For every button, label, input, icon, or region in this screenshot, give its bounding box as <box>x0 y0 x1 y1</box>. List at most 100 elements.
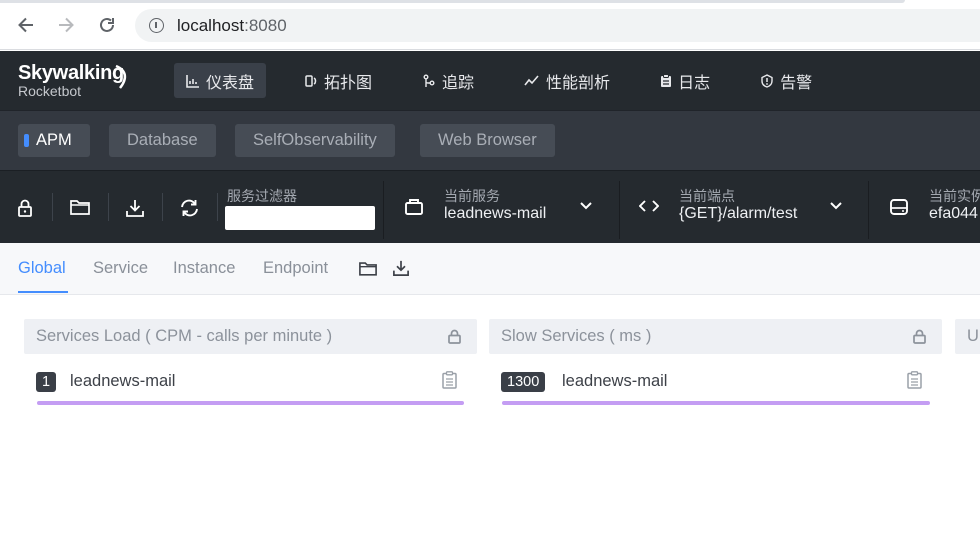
main-menu: 仪表盘 拓扑图 追踪 性能剖析 日志 告警 <box>174 63 850 98</box>
menu-label: 告警 <box>780 74 813 92</box>
layer-tab-database[interactable]: Database <box>109 124 216 157</box>
menu-label: 日志 <box>678 74 711 92</box>
back-button[interactable] <box>13 12 39 38</box>
forward-button[interactable] <box>53 12 79 38</box>
logo[interactable]: Skywalking Rocketbot <box>18 62 127 99</box>
service-dropdown[interactable] <box>579 201 593 211</box>
alarm-icon <box>760 73 774 88</box>
download-icon <box>126 200 144 217</box>
export-template-button[interactable] <box>392 260 410 276</box>
panel-title: Slow Services ( ms ) <box>501 327 652 345</box>
service-name[interactable]: leadnews-mail <box>562 372 667 391</box>
folder-icon <box>359 262 377 276</box>
layer-bar: APM Database SelfObservability Web Brows… <box>0 110 980 170</box>
reload-button[interactable] <box>94 12 120 38</box>
clipboard-icon[interactable] <box>442 371 457 389</box>
menu-item-profile[interactable]: 性能剖析 <box>512 63 622 98</box>
layer-label: SelfObservability <box>253 131 377 149</box>
panel-third: U 0 <box>955 319 980 354</box>
active-tab-underline <box>18 291 68 293</box>
url-port: :8080 <box>244 16 287 35</box>
lock-icon[interactable] <box>448 329 461 344</box>
chevron-down-icon <box>580 202 592 210</box>
value-bar <box>502 401 930 405</box>
lock-icon <box>18 199 32 217</box>
logo-sub: Rocketbot <box>18 83 82 99</box>
menu-item-log[interactable]: 日志 <box>648 63 722 98</box>
menu-label: 拓扑图 <box>324 74 373 92</box>
arrow-right-icon <box>59 17 74 33</box>
app-header: Skywalking Rocketbot 仪表盘 拓扑图 追踪 性能剖析 日志 … <box>0 51 980 110</box>
tab-strip <box>0 0 905 3</box>
service-select[interactable]: leadnews-mail <box>444 205 546 223</box>
import-button[interactable] <box>70 199 90 215</box>
chart-icon <box>186 74 200 88</box>
clipboard-icon[interactable] <box>907 371 922 389</box>
value-badge: 1 <box>36 372 57 392</box>
layer-tab-web-browser[interactable]: Web Browser <box>420 124 555 157</box>
panel-title: Services Load ( CPM - calls per minute ) <box>36 327 333 345</box>
profile-icon <box>524 74 540 88</box>
panel-title: U <box>967 327 979 345</box>
layer-tab-apm[interactable]: APM <box>18 124 90 157</box>
topology-icon <box>304 74 318 88</box>
menu-label: 仪表盘 <box>206 74 255 92</box>
divider <box>162 193 163 221</box>
dashboard-tabs: Global Service Instance Endpoint <box>0 243 980 295</box>
chevron-down-icon <box>830 202 842 210</box>
panel-header: Slow Services ( ms ) <box>489 319 942 354</box>
panel-header: U <box>955 319 980 354</box>
panel-slow-services: Slow Services ( ms ) 1300 leadnews-mail <box>489 319 942 405</box>
menu-label: 追踪 <box>442 74 475 92</box>
instance-label: 当前实例 <box>929 188 980 204</box>
refresh-icon <box>181 199 198 217</box>
divider <box>868 181 869 239</box>
menu-item-alarm[interactable]: 告警 <box>748 63 824 98</box>
refresh-button[interactable] <box>179 199 200 217</box>
endpoint-dropdown[interactable] <box>829 201 843 211</box>
info-icon[interactable] <box>149 18 164 33</box>
arrow-left-icon <box>18 17 33 33</box>
menu-item-topology[interactable]: 拓扑图 <box>292 63 384 98</box>
address-bar[interactable]: localhost:8080 <box>135 9 980 42</box>
layer-label: APM <box>36 131 72 149</box>
folder-icon <box>70 200 90 215</box>
import-template-button[interactable] <box>359 261 377 276</box>
lock-button[interactable] <box>17 199 33 217</box>
divider <box>383 181 384 239</box>
url-text: localhost:8080 <box>177 16 287 36</box>
menu-item-trace[interactable]: 追踪 <box>410 63 486 98</box>
reload-icon <box>100 17 114 32</box>
logo-brand: Skywalking <box>18 62 124 84</box>
tab-instance[interactable]: Instance <box>173 259 235 278</box>
service-filter-input[interactable] <box>225 206 375 230</box>
tab-service[interactable]: Service <box>93 259 148 278</box>
instance-icon <box>890 198 908 216</box>
panel-header: Services Load ( CPM - calls per minute ) <box>24 319 477 354</box>
endpoint-select[interactable]: {GET}/alarm/test <box>679 205 797 223</box>
endpoint-icon <box>639 199 659 213</box>
active-marker <box>24 134 29 147</box>
endpoint-label: 当前端点 <box>679 188 735 204</box>
lock-icon[interactable] <box>913 329 926 344</box>
divider <box>52 193 53 221</box>
selector-bar: 服务过滤器 当前服务 leadnews-mail 当前端点 {GET}/alar… <box>0 170 980 243</box>
tab-endpoint[interactable]: Endpoint <box>263 259 328 278</box>
layer-label: Web Browser <box>438 131 537 149</box>
layer-tab-selfobservability[interactable]: SelfObservability <box>235 124 395 157</box>
divider <box>108 193 109 221</box>
service-name[interactable]: leadnews-mail <box>70 372 175 391</box>
value-badge: 1300 <box>501 372 546 392</box>
layer-label: Database <box>127 131 198 149</box>
value-bar <box>37 401 464 405</box>
tab-global[interactable]: Global <box>18 259 66 278</box>
service-label: 当前服务 <box>444 188 500 204</box>
trace-icon <box>422 74 436 88</box>
instance-select[interactable]: efa044 <box>929 205 978 223</box>
url-host: localhost <box>177 16 245 35</box>
filter-label: 服务过滤器 <box>227 188 297 204</box>
menu-item-dashboard[interactable]: 仪表盘 <box>174 63 267 98</box>
download-icon <box>393 260 409 276</box>
export-button[interactable] <box>125 199 145 217</box>
menu-label: 性能剖析 <box>546 74 611 92</box>
